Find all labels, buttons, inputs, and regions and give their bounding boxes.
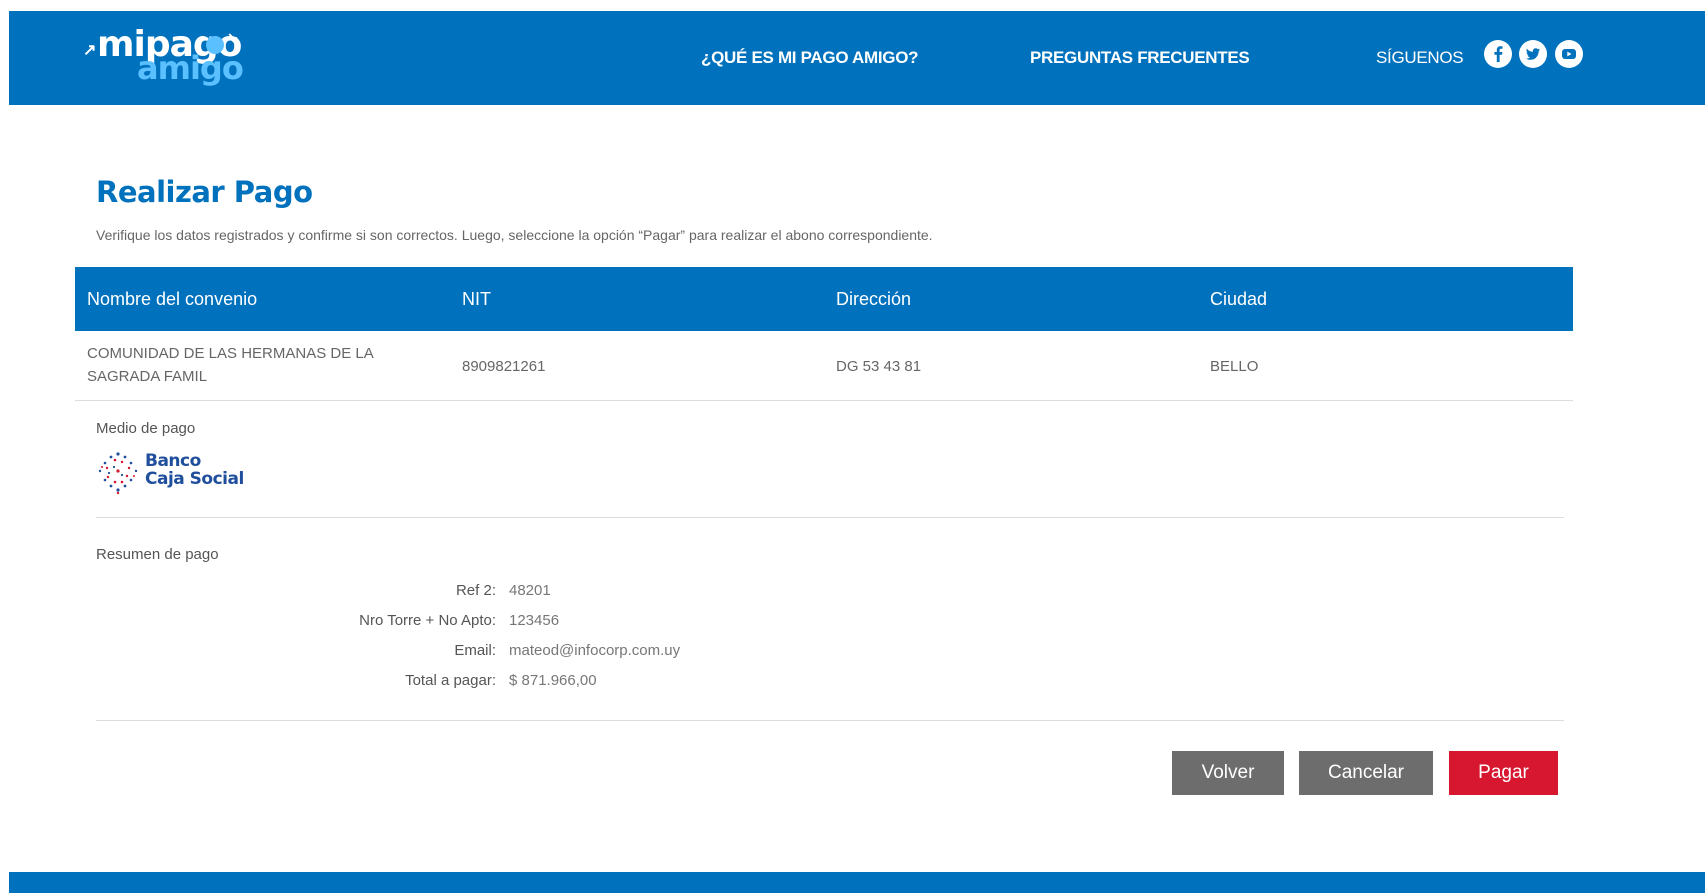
summary-value: 48201	[509, 582, 551, 599]
summary-value: $ 871.966,00	[509, 672, 597, 689]
summary-key: Nro Torre + No Apto:	[359, 612, 496, 629]
cell-nit: 8909821261	[462, 358, 546, 375]
bank-burst-icon	[98, 452, 138, 495]
column-header-direccion: Dirección	[836, 289, 912, 309]
column-header-nit: NIT	[462, 289, 491, 309]
resumen-de-pago-label: Resumen de pago	[96, 546, 219, 563]
bank-name-line-2: Caja Social	[145, 469, 244, 489]
cancelar-button[interactable]: Cancelar	[1299, 751, 1433, 795]
bank-name-line-1: Banco	[145, 451, 201, 471]
cell-nombre: COMUNIDAD DE LAS HERMANAS DE LA SAGRADA …	[87, 345, 373, 385]
nav-que-es-mi-pago-amigo[interactable]: ¿QUÉ ES MI PAGO AMIGO?	[701, 48, 919, 68]
summary-value: mateod@infocorp.com.uy	[509, 642, 681, 659]
table-header: Nombre del convenio NIT Dirección Ciudad	[75, 267, 1573, 331]
volver-button[interactable]: Volver	[1172, 751, 1284, 795]
cell-ciudad: BELLO	[1210, 358, 1259, 375]
column-header-ciudad: Ciudad	[1210, 289, 1268, 309]
summary-key: Total a pagar:	[405, 672, 496, 689]
divider	[96, 517, 1564, 518]
cell-direccion: DG 53 43 81	[836, 358, 922, 375]
logo-word-2: amigo	[137, 49, 244, 87]
page: ↗ mipago ↘ amigo ¿QUÉ ES MI PAGO AMIGO? …	[0, 0, 1705, 893]
banco-caja-social-logo: Banco Caja Social	[96, 449, 246, 495]
divider	[96, 720, 1564, 721]
mipagoamigo-logo[interactable]: ↗ mipago ↘ amigo	[75, 25, 255, 88]
youtube-icon[interactable]	[1555, 40, 1583, 68]
facebook-icon[interactable]	[1484, 40, 1512, 68]
page-title: Realizar Pago	[96, 175, 313, 209]
header-bar: ↗ mipago ↘ amigo ¿QUÉ ES MI PAGO AMIGO? …	[9, 11, 1705, 105]
intro-text: Verifique los datos registrados y confir…	[96, 227, 933, 243]
twitter-icon[interactable]	[1519, 40, 1547, 68]
summary-value: 123456	[509, 612, 560, 629]
column-header-nombre: Nombre del convenio	[87, 289, 258, 309]
siguenos-label: SÍGUENOS	[1376, 48, 1464, 67]
table-row: COMUNIDAD DE LAS HERMANAS DE LA SAGRADA …	[75, 331, 1573, 401]
nav-preguntas-frecuentes[interactable]: PREGUNTAS FRECUENTES	[1030, 48, 1250, 68]
medio-de-pago-label: Medio de pago	[96, 420, 196, 437]
logo-arrow-right-icon: ↘	[227, 29, 239, 45]
pagar-button[interactable]: Pagar	[1449, 751, 1558, 795]
summary-key: Ref 2:	[455, 582, 496, 599]
bank-name: Banco Caja Social	[145, 452, 244, 488]
footer-bar	[9, 872, 1705, 893]
logo-arrow-left-icon: ↗	[83, 42, 97, 59]
summary-key: Email:	[454, 642, 496, 659]
